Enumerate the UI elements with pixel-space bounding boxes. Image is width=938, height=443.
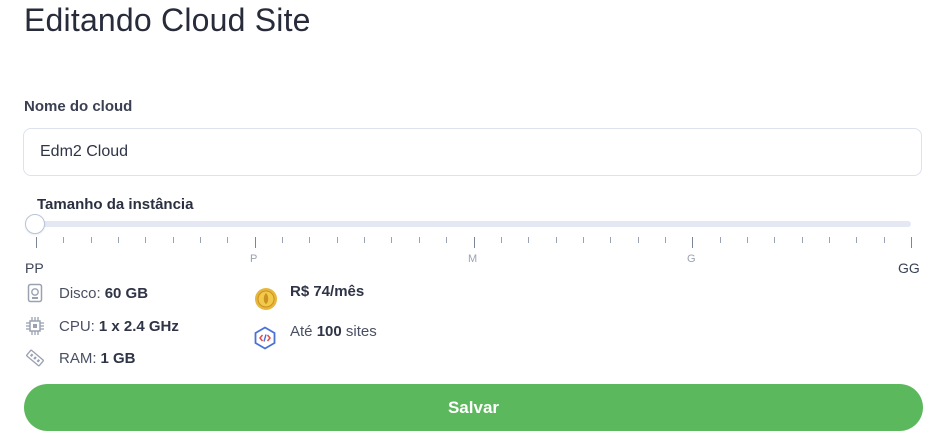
tick-label-gg: GG [898, 260, 920, 276]
slider-minor-tick [364, 237, 366, 243]
slider-minor-tick [145, 237, 147, 243]
cloud-name-label: Nome do cloud [24, 98, 133, 115]
slider-major-tick [36, 237, 37, 248]
slider-minor-tick [227, 237, 229, 243]
spec-disk: Disco: 60 GB [25, 283, 148, 303]
sites-count: 100 [316, 323, 342, 340]
slider-minor-tick [746, 237, 748, 243]
plan-price: R$ 74/mês [290, 283, 365, 300]
cpu-value: 1 x 2.4 GHz [98, 317, 179, 335]
slider-minor-tick [90, 237, 92, 243]
slider-minor-tick [555, 237, 557, 243]
slider-major-tick [911, 237, 912, 248]
slider-minor-tick [637, 237, 639, 243]
slider-track[interactable] [35, 221, 911, 227]
slider-minor-tick [282, 237, 284, 243]
disk-value: 60 GB [104, 284, 149, 302]
slider-major-tick [692, 237, 694, 248]
slider-minor-tick [63, 237, 65, 243]
slider-minor-tick [801, 237, 803, 243]
slider-major-tick [473, 237, 475, 248]
ram-value: 1 GB [100, 349, 136, 367]
coin-icon [254, 287, 278, 316]
slider-minor-tick [610, 237, 612, 243]
ram-prefix: RAM: [59, 349, 97, 367]
disk-icon [25, 283, 45, 303]
slider-minor-tick [582, 237, 584, 243]
slider-minor-tick [309, 237, 311, 243]
slider-major-tick [254, 237, 256, 248]
slider-minor-tick [719, 237, 721, 243]
spec-ram: RAM: 1 GB [25, 348, 136, 368]
tick-label-p: P [250, 253, 258, 265]
slider-minor-tick [774, 237, 776, 243]
save-button[interactable]: Salvar [24, 384, 923, 431]
sites-prefix: Até [290, 323, 313, 340]
code-icon [253, 326, 277, 355]
cpu-icon [25, 316, 45, 336]
slider-minor-tick [200, 237, 202, 243]
slider-minor-tick [172, 237, 174, 243]
slider-minor-tick [856, 237, 858, 243]
cpu-prefix: CPU: [59, 317, 95, 335]
slider-minor-tick [528, 237, 530, 243]
slider-minor-tick [446, 237, 448, 243]
tick-label-m: M [468, 253, 478, 265]
slider-handle[interactable] [25, 214, 45, 234]
slider-minor-tick [883, 237, 885, 243]
ram-icon [25, 348, 45, 368]
slider-minor-tick [500, 237, 502, 243]
slider-minor-tick [418, 237, 420, 243]
slider-minor-tick [828, 237, 830, 243]
tick-label-pp: PP [25, 260, 44, 276]
slider-minor-tick [336, 237, 338, 243]
sites-suffix: sites [345, 323, 377, 340]
page-title: Editando Cloud Site [24, 2, 311, 38]
slider-minor-tick [664, 237, 666, 243]
disk-prefix: Disco: [59, 284, 101, 302]
spec-cpu: CPU: 1 x 2.4 GHz [25, 316, 179, 336]
slider-minor-tick [118, 237, 120, 243]
cloud-name-input[interactable] [23, 128, 922, 176]
plan-sites: Até 100 sites [290, 323, 377, 340]
tick-label-g: G [687, 253, 696, 265]
slider-minor-tick [391, 237, 393, 243]
instance-size-label: Tamanho da instância [37, 196, 194, 213]
